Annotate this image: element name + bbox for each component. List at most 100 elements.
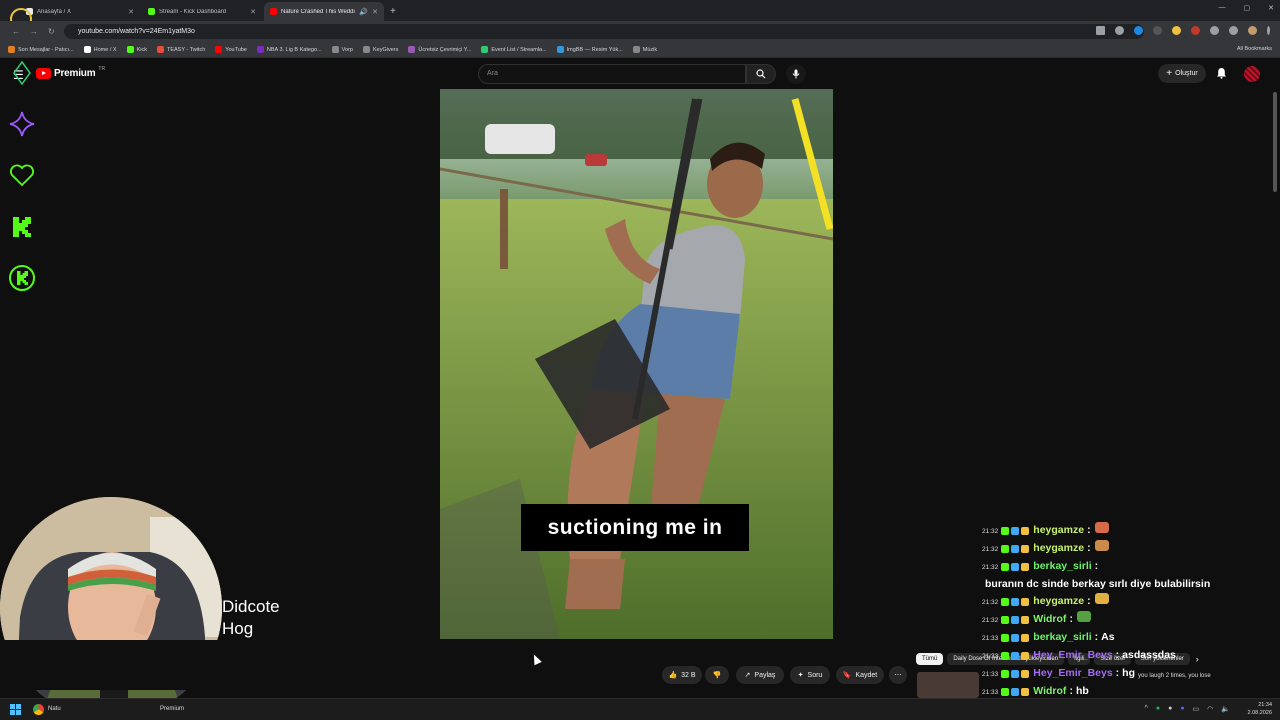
window-controls: — ▢ ✕ [1219,4,1275,12]
browser-tab[interactable]: Stream - Kick Dashboard ✕ [142,2,262,21]
chat-username[interactable]: heygamze [1033,593,1084,610]
ask-button[interactable]: ✦ Soru [790,666,830,684]
chrome-taskbar-icon[interactable] [33,704,44,715]
chat-badge-icon [1001,688,1010,696]
browser-tab[interactable]: Anasayfa / X ✕ [20,2,140,21]
like-button[interactable]: 👍 32 B [662,666,702,684]
bookmark-item[interactable]: Event List / Streamla... [481,46,547,53]
bookmark-label: Müzik [642,46,658,53]
create-button[interactable]: + Oluştur [1158,64,1206,83]
chat-badge-icon [1001,670,1010,678]
chat-message: 21:33 Hey_Emir_Beys: asdassdas [982,647,1280,665]
bookmark-item[interactable]: Home / X [83,46,117,53]
thumbs-down-icon: 👎 [712,672,722,679]
location-line-2: Hog [222,619,254,638]
bookmark-favicon-icon [8,46,15,53]
all-bookmarks-button[interactable]: All Bookmarks [1237,46,1272,52]
forward-icon[interactable]: → [30,27,38,36]
page-scrollbar[interactable] [1273,92,1277,192]
close-tab-icon[interactable]: ✕ [128,8,134,16]
more-actions-button[interactable]: ⋯ [889,666,907,684]
thumbs-up-icon: 👍 [668,672,678,679]
steam-icon[interactable]: ● [1168,705,1172,713]
chat-badge-icon [1011,545,1020,553]
minimize-icon[interactable]: — [1219,4,1226,12]
chat-username[interactable]: berkay_sirli [1033,558,1091,575]
bookmark-item[interactable]: TEASY - Twitch [156,46,206,53]
notifications-bell-icon[interactable] [1216,67,1227,79]
chat-badge-icon [1011,616,1020,624]
chat-username[interactable]: Widrof [1033,611,1066,628]
bookmark-item[interactable]: Müzik [632,46,658,53]
volume-icon[interactable]: 🔈 [1221,705,1230,713]
discord-icon[interactable]: ● [1180,705,1184,713]
bookmark-item[interactable]: NBA 3. Lig B Katego... [256,46,322,53]
search-button[interactable] [746,64,776,84]
bookmark-item[interactable]: Vorp [331,46,353,53]
sparkle-small-icon: ✦ [797,672,804,679]
video-player[interactable] [440,89,833,639]
bookmark-item[interactable]: KeyGivers [362,46,398,53]
chat-badge-icon [1011,670,1020,678]
kick-logo-icon [13,217,31,237]
bookmark-label: YouTube [225,46,247,53]
spotify-icon[interactable]: ● [1156,705,1160,713]
taskbar-item[interactable]: Natu [48,706,61,712]
url-field[interactable]: youtube.com/watch?v=24Em1yatM3o [64,24,1144,39]
close-window-icon[interactable]: ✕ [1268,4,1274,12]
cast-icon[interactable] [1096,26,1105,35]
chat-username[interactable]: heygamze [1033,540,1084,557]
wifi-icon[interactable]: ◠ [1207,705,1213,713]
menu-icon[interactable] [1267,26,1270,35]
maximize-icon[interactable]: ▢ [1244,4,1251,12]
chat-username[interactable]: berkay_sirli [1033,629,1091,646]
taskbar-item[interactable]: Premium [160,706,184,712]
chat-timestamp: 21:32 [982,617,999,624]
profile-avatar[interactable] [1248,26,1257,35]
extension-icon[interactable] [1153,26,1162,35]
search-input[interactable]: Ara [478,64,746,84]
chat-username[interactable]: Hey_Emir_Beys [1033,647,1112,664]
chat-username[interactable]: heygamze [1033,522,1084,539]
extension-icon[interactable] [1191,26,1200,35]
search-icon [756,69,766,79]
speaker-icon[interactable]: 🔊 [359,8,368,16]
display-icon[interactable]: ▭ [1193,705,1200,713]
reload-icon[interactable]: ↻ [48,27,55,36]
chat-username[interactable]: Hey_Emir_Beys [1033,665,1112,682]
share-button[interactable]: ↗ Paylaş [736,666,784,684]
extension-icon[interactable] [1172,26,1181,35]
browser-tab-active[interactable]: Nature Crashed This Weddi 🔊 ✕ [264,2,384,21]
bookmark-label: TEASY - Twitch [166,46,206,53]
chat-badge-icon [1011,598,1020,606]
voice-search-button[interactable] [786,64,806,84]
chat-badge-icon [1001,527,1010,535]
bookmark-item[interactable]: Ücretsiz Çevrimiçi Y... [408,46,471,53]
chat-text: As [1101,631,1115,643]
bookmark-item[interactable]: Kick [126,46,147,53]
back-icon[interactable]: ← [12,27,20,36]
puzzle-icon[interactable] [1210,26,1219,35]
bookmark-favicon-icon [556,46,564,53]
chevron-up-icon[interactable]: ^ [1145,705,1148,713]
extension-icon[interactable] [1134,26,1143,35]
star-icon[interactable] [1115,26,1124,35]
new-tab-button[interactable]: + [390,6,396,17]
bookmark-item[interactable]: Son Mesajlar - Patıcı... [8,46,74,53]
clock[interactable]: 21:34 2.08.2026 [1248,701,1272,717]
bookmark-item[interactable]: ImgBB — Resim Yük... [556,46,623,53]
bookmark-item[interactable]: YouTube [215,46,247,53]
youtube-logo[interactable]: Premium TR [36,66,105,79]
save-button[interactable]: 🔖 Kaydet [836,666,884,684]
account-avatar[interactable] [1244,66,1260,82]
dislike-button[interactable]: 👎 [705,666,729,684]
close-tab-icon[interactable]: ✕ [250,8,256,16]
reading-list-icon[interactable] [1229,26,1238,35]
youtube-header: ☰ Premium TR Ara + Oluştur [0,58,1280,89]
related-video-thumbnail[interactable] [917,672,979,698]
chat-emote-icon [1094,540,1109,551]
windows-start-icon[interactable] [10,704,21,715]
close-tab-icon[interactable]: ✕ [372,8,378,16]
chip-all[interactable]: Tümü [916,653,944,665]
browser-tab-strip: Anasayfa / X ✕ Stream - Kick Dashboard ✕… [0,0,1280,21]
